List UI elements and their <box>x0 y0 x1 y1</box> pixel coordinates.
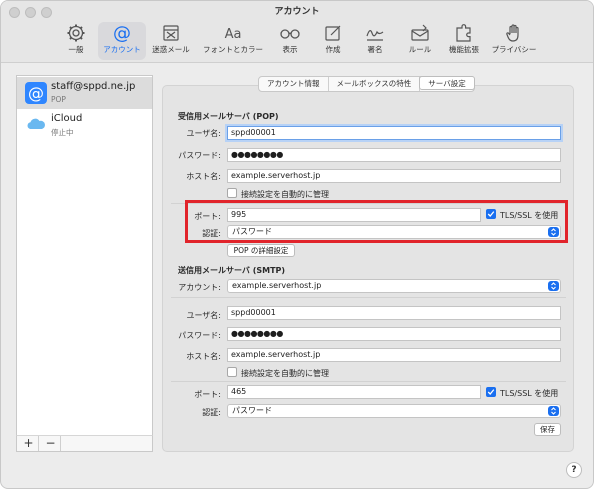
toolbar-general[interactable]: 一般 <box>62 22 90 60</box>
outgoing-port-field[interactable]: 465 <box>227 385 481 399</box>
toolbar-label: 表示 <box>282 45 298 54</box>
outgoing-auth-select[interactable]: パスワード <box>227 404 561 418</box>
title-bar: アカウント 一般 @ アカウント 迷惑メール Aa フォントとカラー 表示 作成 <box>1 1 593 63</box>
toolbar-fonts-colors[interactable]: Aa フォントとカラー <box>199 22 267 60</box>
remove-account-button[interactable]: − <box>41 436 61 451</box>
toolbar-label: フォントとカラー <box>203 45 263 54</box>
toolbar-privacy[interactable]: プライバシー <box>488 22 540 60</box>
font-aa-icon: Aa <box>225 27 242 42</box>
toolbar-label: プライバシー <box>491 45 537 54</box>
junk-tray-icon <box>163 25 179 41</box>
puzzle-icon <box>456 24 471 42</box>
svg-text:@: @ <box>113 23 131 43</box>
outgoing-auth-label: 認証: <box>202 408 221 417</box>
window-title: アカウント <box>274 7 320 17</box>
outgoing-username-label: ユーザ名: <box>186 311 221 320</box>
at-sign-icon: @ <box>113 23 131 43</box>
toolbar-label: 署名 <box>367 45 383 54</box>
incoming-host-field[interactable]: example.serverhost.jp <box>227 169 561 183</box>
incoming-username-field[interactable]: sppd00001 <box>227 126 561 140</box>
incoming-server-heading: 受信用メールサーバ (POP) <box>178 112 279 121</box>
outgoing-password-label: パスワード: <box>178 331 221 340</box>
outgoing-auto-manage-label: 接続設定を自動的に管理 <box>241 369 329 378</box>
toolbar-extensions[interactable]: 機能拡張 <box>444 22 484 60</box>
annotation-highlight-box <box>185 200 568 243</box>
toolbar-viewing[interactable]: 表示 <box>276 22 304 60</box>
incoming-host-label: ホスト名: <box>186 172 221 181</box>
outgoing-host-field[interactable]: example.serverhost.jp <box>227 348 561 362</box>
divider <box>171 381 566 382</box>
toolbar-label: 作成 <box>325 45 341 54</box>
account-type: POP <box>51 95 66 104</box>
tab-server-settings[interactable]: サーバ設定 <box>419 76 475 90</box>
glasses-icon <box>280 29 300 39</box>
at-mail-icon: @ <box>25 82 47 104</box>
incoming-password-field[interactable]: ●●●●●●●● <box>227 148 561 162</box>
select-arrows-icon <box>548 281 559 291</box>
outgoing-port-label: ポート: <box>194 390 221 399</box>
outgoing-auth-value: パスワード <box>232 406 272 415</box>
incoming-auto-manage-checkbox[interactable] <box>227 188 237 198</box>
outgoing-host-label: ホスト名: <box>186 352 221 361</box>
signature-icon <box>366 30 384 41</box>
add-account-button[interactable]: + <box>19 436 39 451</box>
toolbar-label: 一般 <box>68 45 84 54</box>
save-button[interactable]: 保存 <box>534 423 561 436</box>
outgoing-account-select[interactable]: example.serverhost.jp <box>227 279 561 293</box>
outgoing-password-field[interactable]: ●●●●●●●● <box>227 327 561 341</box>
compose-icon <box>325 25 341 41</box>
tab-account-info[interactable]: アカウント情報 <box>259 77 329 91</box>
toolbar-label: 機能拡張 <box>449 45 479 54</box>
account-name: staff@sppd.ne.jp <box>51 81 136 92</box>
outgoing-tls-label: TLS/SSL を使用 <box>500 389 559 398</box>
hand-icon <box>506 24 519 42</box>
divider <box>171 297 566 298</box>
cloud-icon <box>27 118 45 129</box>
outgoing-tls-checkbox[interactable] <box>486 387 496 397</box>
toolbar-composing[interactable]: 作成 <box>319 22 347 60</box>
svg-text:@: @ <box>28 84 44 103</box>
outgoing-auto-manage-checkbox[interactable] <box>227 367 237 377</box>
toolbar-rules[interactable]: ルール <box>405 22 435 60</box>
account-status: 停止中 <box>51 128 74 137</box>
toolbar-junk-mail[interactable]: 迷惑メール <box>149 22 193 60</box>
help-button[interactable]: ? <box>566 462 582 478</box>
outgoing-username-field[interactable]: sppd00001 <box>227 306 561 320</box>
svg-text:Aa: Aa <box>225 27 242 42</box>
gear-icon <box>67 24 85 42</box>
incoming-username-label: ユーザ名: <box>186 129 221 138</box>
account-list-footer: + − <box>16 435 153 452</box>
pop-advanced-settings-button[interactable]: POP の詳細設定 <box>227 244 295 257</box>
settings-tabs: アカウント情報 メールボックスの特性 サーバ設定 <box>258 76 475 92</box>
select-arrows-icon <box>548 406 559 416</box>
account-item-staff[interactable]: @ staff@sppd.ne.jp POP <box>17 77 152 109</box>
toolbar-label: ルール <box>408 45 432 54</box>
outgoing-server-heading: 送信用メールサーバ (SMTP) <box>178 266 286 275</box>
checkmark-icon <box>487 389 495 395</box>
incoming-password-label: パスワード: <box>178 151 221 160</box>
account-name: iCloud <box>51 113 83 124</box>
toolbar-label: アカウント <box>103 45 141 54</box>
outgoing-account-label: アカウント: <box>178 283 221 292</box>
toolbar-accounts[interactable]: @ アカウント <box>98 22 146 60</box>
toolbar-signatures[interactable]: 署名 <box>361 22 389 60</box>
outgoing-account-value: example.serverhost.jp <box>232 281 322 290</box>
toolbar-label: 迷惑メール <box>152 45 190 54</box>
tab-mailbox-behaviors[interactable]: メールボックスの特性 <box>329 77 421 91</box>
rules-envelope-icon <box>411 24 429 41</box>
incoming-auto-manage-label: 接続設定を自動的に管理 <box>241 190 329 199</box>
preferences-window: アカウント 一般 @ アカウント 迷惑メール Aa フォントとカラー 表示 作成 <box>0 0 594 489</box>
